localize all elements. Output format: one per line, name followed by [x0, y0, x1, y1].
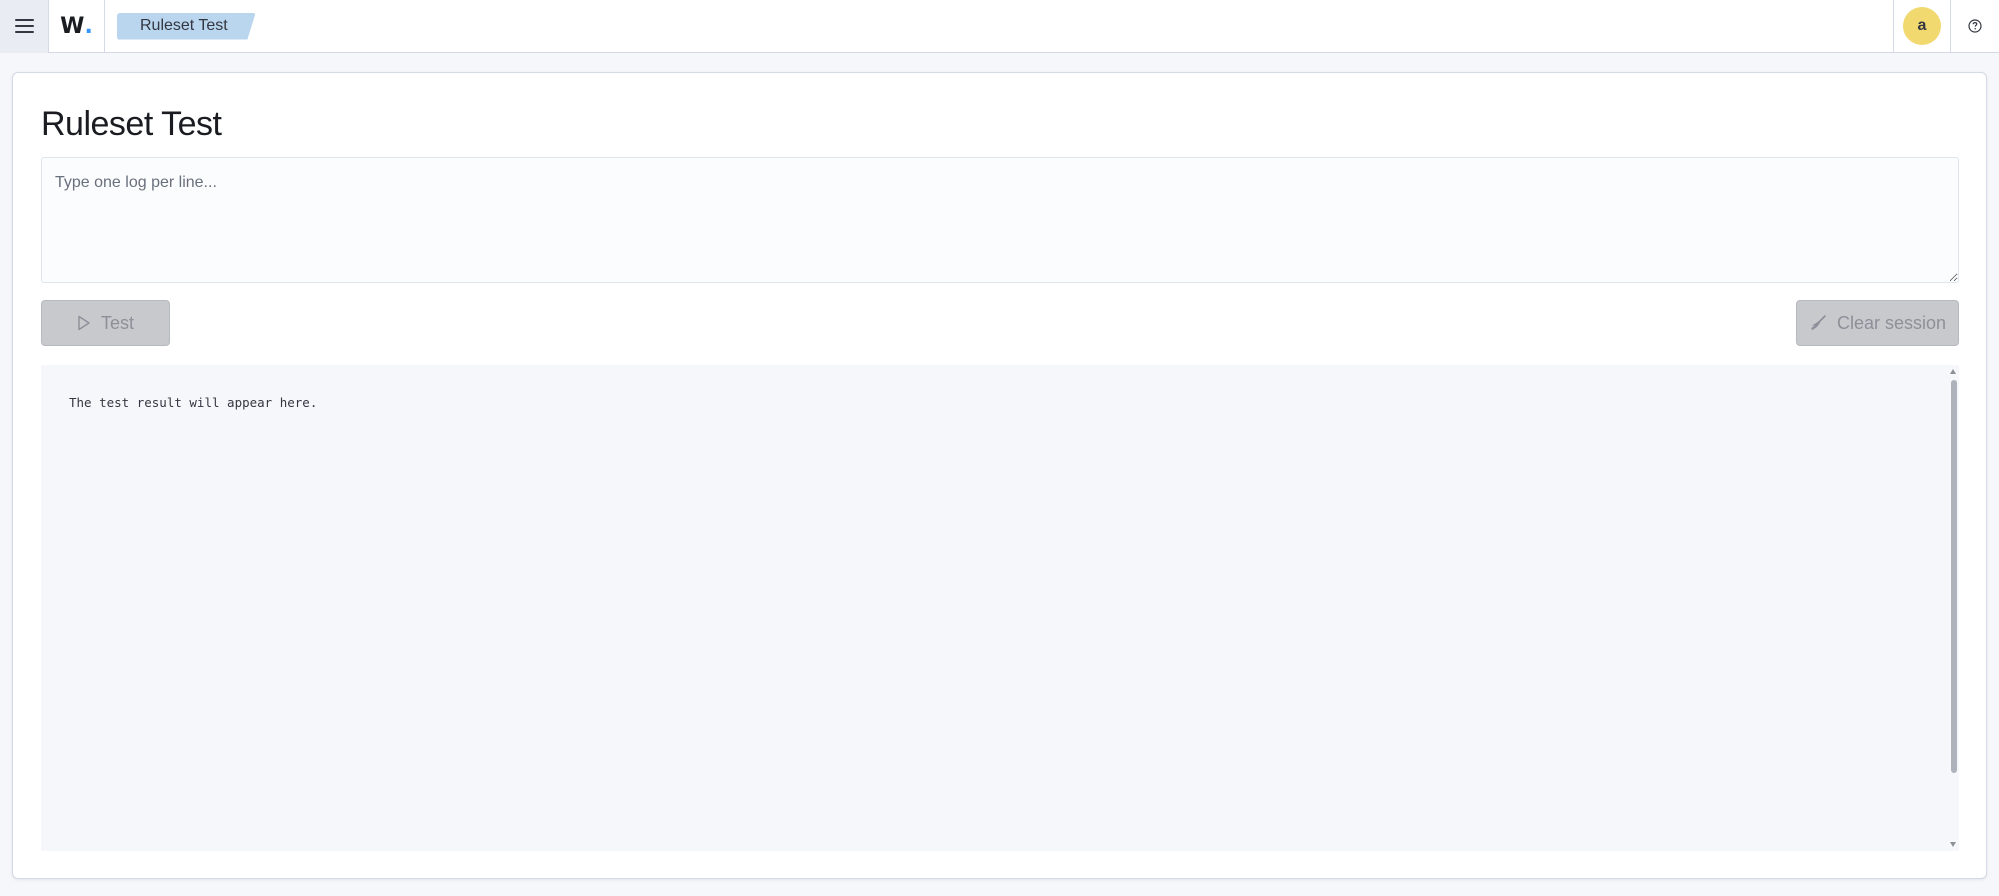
result-scrollbar[interactable] — [1947, 365, 1959, 851]
clear-session-button[interactable]: Clear session — [1796, 300, 1959, 346]
test-button[interactable]: Test — [41, 300, 170, 346]
result-placeholder-text: The test result will appear here. — [69, 395, 318, 410]
test-button-label: Test — [100, 312, 134, 333]
broom-icon — [1811, 315, 1826, 330]
hamburger-menu-icon — [14, 19, 34, 33]
page-title: Ruleset Test — [41, 105, 222, 143]
avatar-initial: a — [1917, 17, 1927, 34]
scroll-down-arrow-icon[interactable] — [1950, 842, 1956, 847]
breadcrumb-ruleset-test[interactable]: Ruleset Test — [117, 12, 256, 40]
breadcrumb-label: Ruleset Test — [140, 17, 228, 34]
question-circle-icon — [1968, 19, 1982, 33]
play-icon — [78, 315, 90, 331]
scroll-thumb[interactable] — [1951, 380, 1957, 773]
log-input[interactable] — [41, 157, 1959, 283]
test-result-area[interactable]: The test result will appear here. — [41, 365, 1959, 851]
help-button[interactable] — [1951, 0, 1999, 53]
clear-session-label: Clear session — [1836, 312, 1947, 333]
logo-letter: W — [60, 13, 85, 39]
header-right: a — [1893, 0, 1999, 53]
avatar[interactable]: a — [1903, 7, 1941, 45]
user-menu: a — [1893, 0, 1951, 53]
scroll-up-arrow-icon[interactable] — [1950, 369, 1956, 374]
ruleset-test-panel: Ruleset Test Test Clear session The test… — [12, 72, 1987, 879]
top-header: W. Ruleset Test a — [0, 0, 1999, 53]
app-logo[interactable]: W. — [49, 0, 105, 53]
menu-button[interactable] — [0, 0, 49, 53]
logo-dot: . — [84, 13, 93, 39]
